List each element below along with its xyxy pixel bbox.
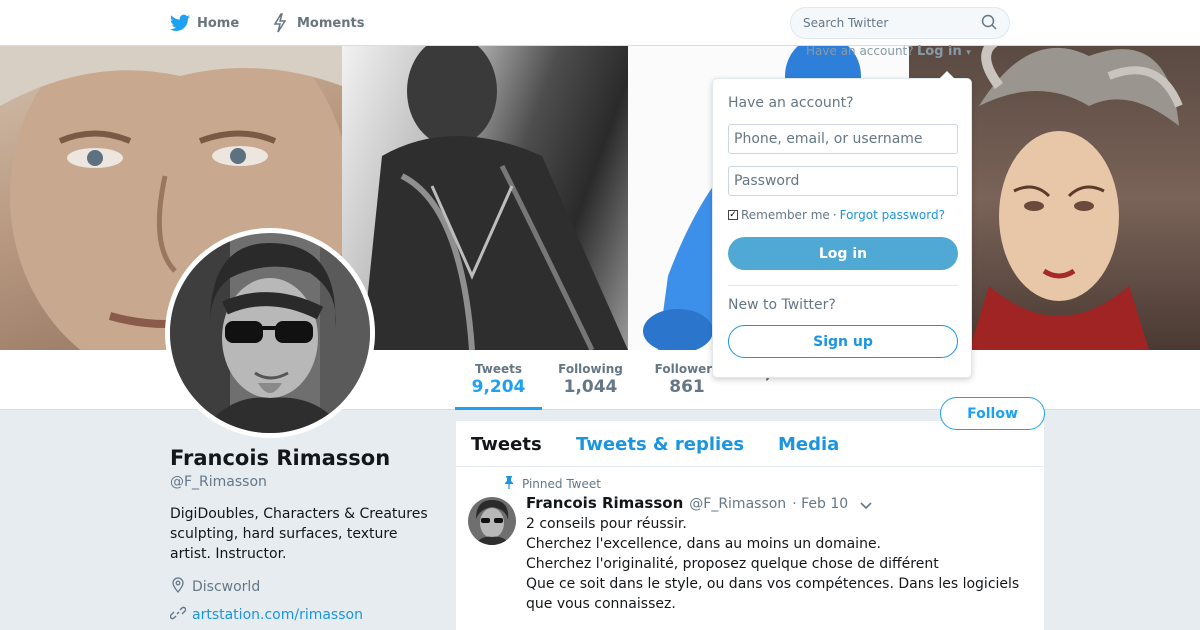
search-icon[interactable] [981, 14, 997, 33]
tweet-date[interactable]: · Feb 10 [792, 496, 848, 512]
tweet-text: 2 conseils pour réussir. Cherchez l'exce… [526, 514, 1026, 614]
search-placeholder: Search Twitter [803, 16, 889, 30]
login-link-label: Log in [917, 44, 962, 59]
tab-tweets-replies[interactable]: Tweets & replies [576, 434, 744, 455]
remember-me-checkbox[interactable]: ✓ [728, 210, 738, 220]
tweet-header: Francois Rimasson @F_Rimasson · Feb 10 [526, 494, 848, 512]
remember-me-row: ✓ Remember me · Forgot password? [728, 208, 945, 222]
profile-location: Discworld [170, 577, 260, 597]
stat-tweets[interactable]: Tweets 9,204 [455, 362, 542, 410]
banner-statue-image [342, 46, 628, 350]
tweet-line: Cherchez l'originalité, proposez quelque… [526, 556, 939, 572]
chevron-down-icon[interactable] [858, 497, 874, 513]
tweet-line: Cherchez l'excellence, dans au moins un … [526, 536, 882, 552]
tab-tweets[interactable]: Tweets [471, 434, 542, 455]
login-dropdown: Have an account? Phone, email, or userna… [712, 71, 972, 378]
dropdown-divider [728, 285, 958, 286]
search-input[interactable]: Search Twitter [790, 7, 1010, 39]
login-dropdown-title: Have an account? [728, 95, 854, 111]
tweet-line: Que ce soit dans le style, ou dans vos c… [526, 576, 1020, 612]
stat-tweets-label: Tweets [474, 362, 523, 376]
twitter-bird-icon [170, 13, 190, 33]
avatar-photo [170, 233, 370, 433]
remember-me-label[interactable]: Remember me [741, 208, 830, 222]
signup-button[interactable]: Sign up [728, 325, 958, 358]
login-hint: Have an account? [806, 44, 914, 58]
pinned-tweet-label: Pinned Tweet [504, 475, 601, 492]
link-icon [169, 605, 187, 625]
pinned-text: Pinned Tweet [522, 476, 601, 491]
stat-tweets-value: 9,204 [471, 377, 526, 397]
profile-name[interactable]: Francois Rimasson [170, 446, 390, 470]
profile-website-link[interactable]: artstation.com/rimasson [192, 607, 363, 623]
follow-button[interactable]: Follow [940, 397, 1045, 430]
top-nav: Home Moments Search Twitter [0, 0, 1200, 46]
login-link[interactable]: Log in ▾ [917, 44, 971, 59]
nav-home-label: Home [197, 15, 240, 31]
lightning-icon [270, 13, 290, 33]
tab-media[interactable]: Media [778, 434, 839, 455]
separator-dot: · [832, 208, 837, 222]
profile-location-text: Discworld [192, 579, 261, 595]
login-button[interactable]: Log in [728, 237, 958, 270]
nav-moments-label: Moments [297, 15, 365, 31]
new-to-twitter-label: New to Twitter? [728, 297, 836, 313]
profile-website: artstation.com/rimasson [169, 605, 363, 625]
stat-following-value: 1,044 [563, 377, 618, 397]
username-field[interactable]: Phone, email, or username [728, 124, 958, 154]
password-field[interactable]: Password [728, 166, 958, 196]
forgot-password-link[interactable]: Forgot password? [840, 208, 945, 222]
location-pin-icon [170, 577, 186, 597]
profile-avatar[interactable] [165, 228, 375, 438]
timeline: Tweets Tweets & replies Media Pinned Twe… [456, 421, 1044, 630]
profile-bio: DigiDoubles, Characters & Creatures scul… [170, 506, 428, 562]
tweet-author-handle[interactable]: @F_Rimasson [689, 496, 786, 512]
stat-following[interactable]: Following 1,044 [552, 362, 629, 397]
stat-followers-value: 861 [669, 377, 705, 397]
tweet-avatar[interactable] [468, 497, 516, 545]
profile-handle[interactable]: @F_Rimasson [170, 474, 267, 490]
stat-following-label: Following [558, 362, 623, 376]
pin-icon [504, 475, 514, 492]
caret-down-icon: ▾ [966, 48, 971, 58]
tweet-author-name[interactable]: Francois Rimasson [526, 494, 683, 512]
nav-moments[interactable]: Moments [270, 13, 364, 33]
nav-home[interactable]: Home [170, 13, 239, 33]
tweet-line: 2 conseils pour réussir. [526, 516, 687, 532]
